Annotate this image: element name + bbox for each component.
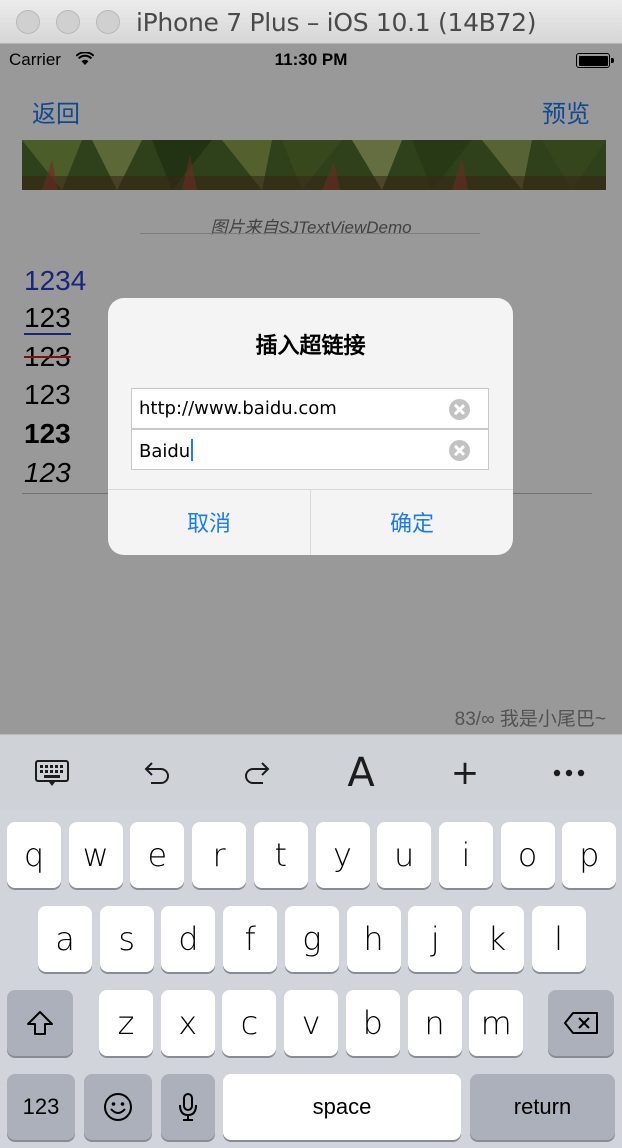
key-label: t [274, 836, 288, 874]
cancel-button[interactable]: 取消 [108, 489, 310, 555]
key-label: f [244, 920, 256, 958]
key-label: l [554, 920, 564, 958]
key-label: u [394, 836, 415, 874]
key-label: c [240, 1004, 259, 1042]
plus-icon[interactable]: + [435, 735, 495, 811]
undo-icon[interactable] [126, 735, 186, 811]
key-c[interactable]: c [222, 990, 277, 1056]
key-label: b [362, 1004, 383, 1042]
clear-url-icon[interactable] [449, 399, 470, 420]
key-label: i [461, 836, 471, 874]
minimize-window-button[interactable] [56, 10, 80, 34]
key-label: v [301, 1004, 321, 1042]
key-r[interactable]: r [192, 822, 247, 888]
key-label: d [178, 920, 199, 958]
key-label: p [579, 836, 600, 874]
key-h[interactable]: h [346, 906, 401, 972]
key-label: s [118, 920, 136, 958]
shift-key[interactable] [7, 990, 73, 1056]
key-e[interactable]: e [130, 822, 185, 888]
close-window-button[interactable] [16, 10, 40, 34]
link-text-value: Baidu [139, 441, 191, 462]
backspace-key[interactable] [548, 990, 614, 1056]
key-label: r [212, 836, 226, 874]
key-label: e [147, 836, 168, 874]
key-label: m [480, 1004, 512, 1042]
key-x[interactable]: x [160, 990, 215, 1056]
key-b[interactable]: b [345, 990, 400, 1056]
key-y[interactable]: y [315, 822, 370, 888]
key-k[interactable]: k [469, 906, 524, 972]
text-cursor [191, 439, 194, 461]
key-f[interactable]: f [223, 906, 278, 972]
key-label: z [117, 1004, 135, 1042]
key-label: n [424, 1004, 445, 1042]
editor-toolbar: A + [0, 734, 622, 810]
system-keyboard: qwe r t y u i o p a s d f g h j k l z x c v b nm 123 space r… [0, 810, 622, 1148]
key-label: h [363, 920, 384, 958]
key-label: a [55, 920, 75, 958]
insert-link-dialog: 插入超链接 http://www.baidu.com Baidu 取消 确定 [108, 298, 513, 555]
microphone-icon[interactable] [161, 1074, 215, 1140]
clear-text-icon[interactable] [449, 440, 470, 461]
key-i[interactable]: i [438, 822, 493, 888]
key-label: g [302, 920, 322, 958]
key-a[interactable]: a [38, 906, 92, 972]
key-u[interactable]: u [377, 822, 432, 888]
key-label: q [23, 836, 45, 874]
more-icon[interactable] [539, 735, 599, 811]
key-l[interactable]: l [531, 906, 586, 972]
key-g[interactable]: g [284, 906, 339, 972]
space-key[interactable]: space [223, 1074, 461, 1140]
key-label: w [82, 836, 109, 874]
keyboard-icon[interactable] [22, 735, 82, 811]
key-q[interactable]: q [7, 822, 61, 888]
key-label: j [430, 920, 440, 958]
key-o[interactable]: o [500, 822, 555, 888]
return-key[interactable]: return [470, 1074, 615, 1140]
numbers-key[interactable]: 123 [7, 1074, 75, 1140]
key-s[interactable]: s [99, 906, 154, 972]
zoom-window-button[interactable] [96, 10, 120, 34]
key-label: o [517, 836, 538, 874]
emoji-icon[interactable] [84, 1074, 152, 1140]
key-j[interactable]: j [408, 906, 463, 972]
simulator-titlebar: iPhone 7 Plus – iOS 10.1 (14B72) [0, 0, 622, 44]
font-icon[interactable]: A [331, 735, 391, 811]
key-p[interactable]: p [562, 822, 617, 888]
confirm-button[interactable]: 确定 [311, 489, 513, 555]
key-t[interactable]: t [253, 822, 308, 888]
url-field[interactable]: http://www.baidu.com [131, 388, 489, 429]
link-text-field[interactable]: Baidu [131, 429, 489, 470]
key-v[interactable]: v [284, 990, 339, 1056]
url-field-value: http://www.baidu.com [139, 398, 337, 419]
redo-icon[interactable] [228, 735, 288, 811]
link-text-value-wrap: Baidu [139, 439, 194, 462]
key-w[interactable]: w [68, 822, 123, 888]
key-n[interactable]: n [407, 990, 462, 1056]
key-m[interactable]: m [469, 990, 524, 1056]
key-label: k [487, 920, 507, 958]
key-d[interactable]: d [161, 906, 216, 972]
device-screen: Carrier 11:30 PM 返回 预览 图片来自SJTextViewDem… [0, 44, 622, 1148]
key-label: y [333, 836, 352, 874]
key-label: x [178, 1004, 198, 1042]
dialog-title: 插入超链接 [255, 333, 366, 358]
window-title: iPhone 7 Plus – iOS 10.1 (14B72) [136, 8, 537, 37]
key-z[interactable]: z [99, 990, 153, 1056]
